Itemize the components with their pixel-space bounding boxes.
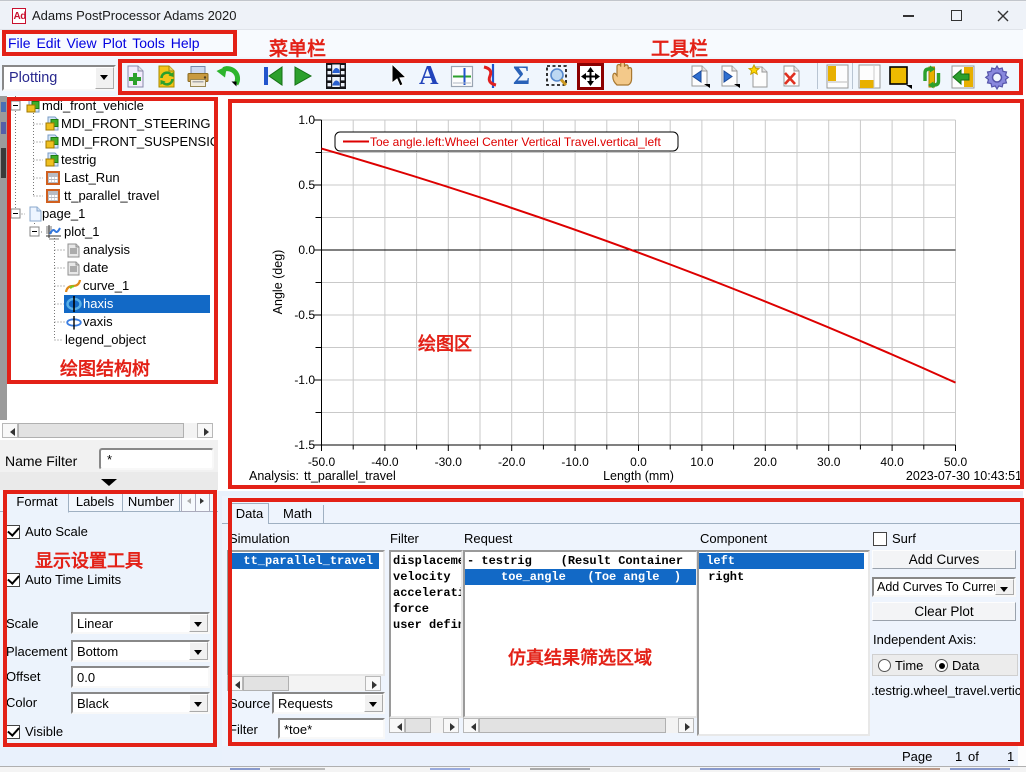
svg-text:50.0: 50.0 <box>944 455 968 469</box>
svg-text:0.0: 0.0 <box>298 243 315 257</box>
svg-text:tt_parallel_travel: tt_parallel_travel <box>304 469 396 483</box>
svg-text:2023-07-30 10:43:51: 2023-07-30 10:43:51 <box>906 469 1022 483</box>
svg-text:0.5: 0.5 <box>298 178 315 192</box>
svg-text:10.0: 10.0 <box>690 455 714 469</box>
svg-text:-10.0: -10.0 <box>561 455 589 469</box>
svg-text:-30.0: -30.0 <box>435 455 463 469</box>
svg-text:-1.0: -1.0 <box>294 373 315 387</box>
svg-text:-40.0: -40.0 <box>371 455 399 469</box>
svg-text:1.0: 1.0 <box>298 113 315 127</box>
svg-text:Toe angle.left:Wheel Center Ve: Toe angle.left:Wheel Center Vertical Tra… <box>370 135 661 149</box>
svg-text:20.0: 20.0 <box>754 455 778 469</box>
svg-text:-1.5: -1.5 <box>294 438 315 452</box>
svg-text:40.0: 40.0 <box>880 455 904 469</box>
svg-text:0.0: 0.0 <box>630 455 647 469</box>
svg-text:Analysis:: Analysis: <box>249 469 299 483</box>
svg-text:-50.0: -50.0 <box>308 455 336 469</box>
svg-text:-20.0: -20.0 <box>498 455 526 469</box>
svg-text:-0.5: -0.5 <box>294 308 315 322</box>
svg-text:Angle (deg): Angle (deg) <box>271 250 285 315</box>
svg-text:Length (mm): Length (mm) <box>603 469 674 483</box>
svg-text:30.0: 30.0 <box>817 455 841 469</box>
